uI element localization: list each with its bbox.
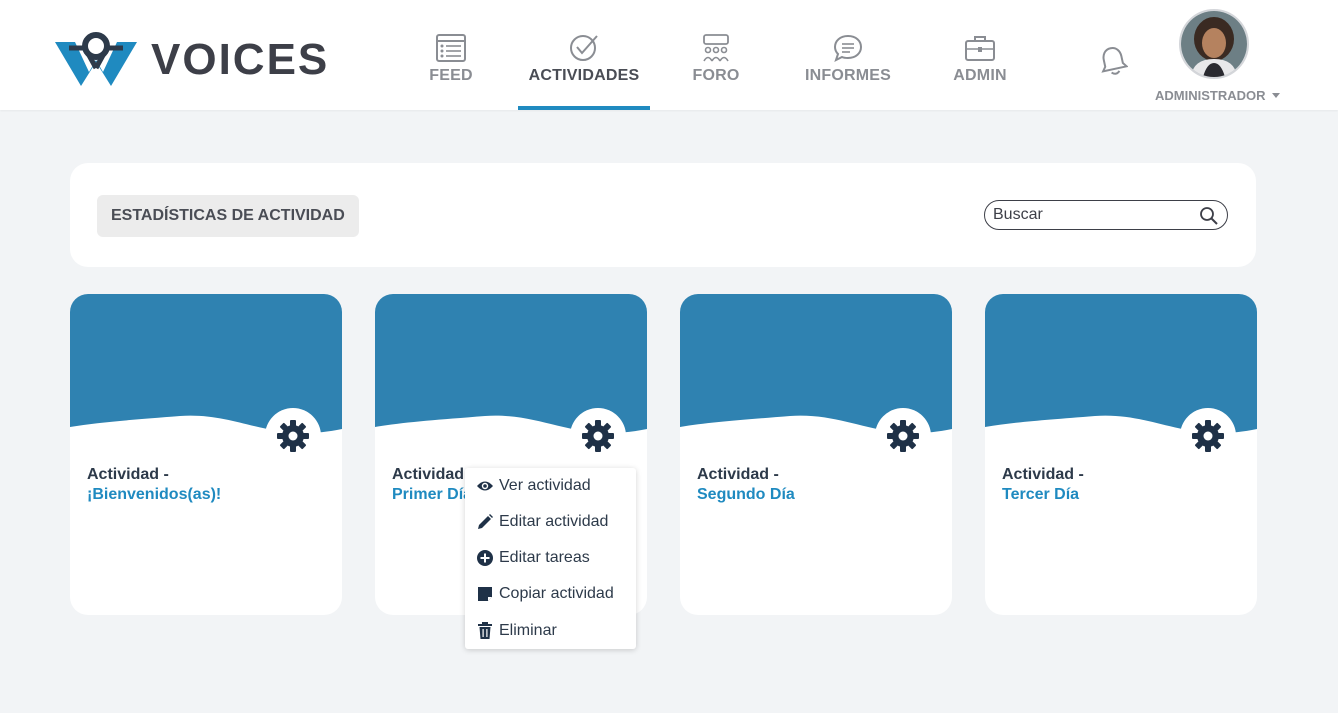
brand-logo[interactable]: VOICES: [55, 32, 329, 88]
card-options-menu: Ver actividad Editar actividad Editar ta…: [465, 468, 636, 649]
top-navigation-bar: VOICES FEED ACTIVIDADES FORO INFORMES AD…: [0, 0, 1338, 110]
menu-item-label: Editar tareas: [499, 549, 590, 566]
menu-item-label: Ver actividad: [499, 477, 591, 494]
nav-admin-label: ADMIN: [953, 67, 1007, 84]
menu-item-copiar-actividad[interactable]: Copiar actividad: [476, 582, 614, 606]
card-settings-button[interactable]: [875, 408, 931, 464]
nav-informes[interactable]: INFORMES: [804, 33, 892, 111]
nav-actividades-label: ACTIVIDADES: [528, 67, 640, 84]
menu-item-label: Eliminar: [499, 622, 557, 639]
stats-panel: ESTADÍSTICAS DE ACTIVIDAD: [70, 163, 1256, 267]
card-title: Actividad -: [697, 466, 779, 483]
user-menu-toggle[interactable]: ADMINISTRADOR: [1155, 88, 1280, 103]
menu-item-label: Copiar actividad: [499, 585, 614, 602]
plus-circle-icon: [476, 549, 494, 567]
gear-icon: [887, 420, 919, 452]
card-settings-button[interactable]: [265, 408, 321, 464]
voices-logo-icon: [55, 32, 137, 86]
card-activity-name[interactable]: Tercer Día: [1002, 485, 1079, 505]
search-icon[interactable]: [1199, 206, 1219, 226]
forum-icon: [703, 34, 729, 62]
active-tab-indicator: [518, 106, 650, 110]
card-activity-name[interactable]: Primer Día: [392, 485, 472, 505]
activity-stats-button[interactable]: ESTADÍSTICAS DE ACTIVIDAD: [97, 195, 359, 237]
card-settings-button[interactable]: [570, 408, 626, 464]
user-role-label: ADMINISTRADOR: [1155, 88, 1266, 103]
notifications-button[interactable]: [1098, 44, 1129, 81]
gear-icon: [582, 420, 614, 452]
card-title: Actividad -: [87, 466, 169, 483]
pencil-icon: [476, 513, 494, 531]
card-activity-name[interactable]: Segundo Día: [697, 485, 795, 505]
search-box[interactable]: [984, 200, 1228, 230]
nav-informes-label: INFORMES: [804, 67, 892, 84]
user-avatar[interactable]: [1179, 9, 1249, 79]
nav-admin[interactable]: ADMIN: [949, 33, 1011, 111]
bell-icon: [1101, 47, 1129, 75]
trash-icon: [476, 622, 494, 640]
nav-actividades[interactable]: ACTIVIDADES: [526, 33, 642, 111]
check-circle-icon: [570, 35, 598, 61]
nav-foro[interactable]: FORO: [686, 33, 746, 111]
card-title: Actividad -: [1002, 466, 1084, 483]
card-activity-name[interactable]: ¡Bienvenidos(as)!: [87, 485, 221, 505]
chat-bubble-icon: [833, 34, 863, 62]
card-settings-button[interactable]: [1180, 408, 1236, 464]
feed-icon: [436, 34, 466, 62]
copy-icon: [476, 585, 494, 603]
nav-feed[interactable]: FEED: [418, 33, 484, 111]
nav-foro-label: FORO: [692, 67, 740, 84]
menu-item-editar-tareas[interactable]: Editar tareas: [476, 546, 590, 570]
card-title: Actividad -: [392, 466, 474, 483]
caret-down-icon: [1271, 93, 1280, 98]
brand-name: VOICES: [151, 35, 330, 84]
activity-card[interactable]: Actividad - Tercer Día: [985, 294, 1257, 615]
briefcase-icon: [965, 36, 995, 61]
menu-item-label: Editar actividad: [499, 513, 609, 530]
menu-item-ver-actividad[interactable]: Ver actividad: [476, 474, 591, 498]
gear-icon: [1192, 420, 1224, 452]
activity-card[interactable]: Actividad - ¡Bienvenidos(as)!: [70, 294, 342, 615]
menu-item-eliminar[interactable]: Eliminar: [476, 619, 557, 643]
activity-card[interactable]: Actividad - Segundo Día: [680, 294, 952, 615]
gear-icon: [277, 420, 309, 452]
search-input[interactable]: [993, 204, 1193, 226]
nav-feed-label: FEED: [429, 67, 473, 84]
menu-item-editar-actividad[interactable]: Editar actividad: [476, 510, 608, 534]
eye-icon: [476, 477, 494, 495]
avatar-photo: [1181, 11, 1247, 77]
